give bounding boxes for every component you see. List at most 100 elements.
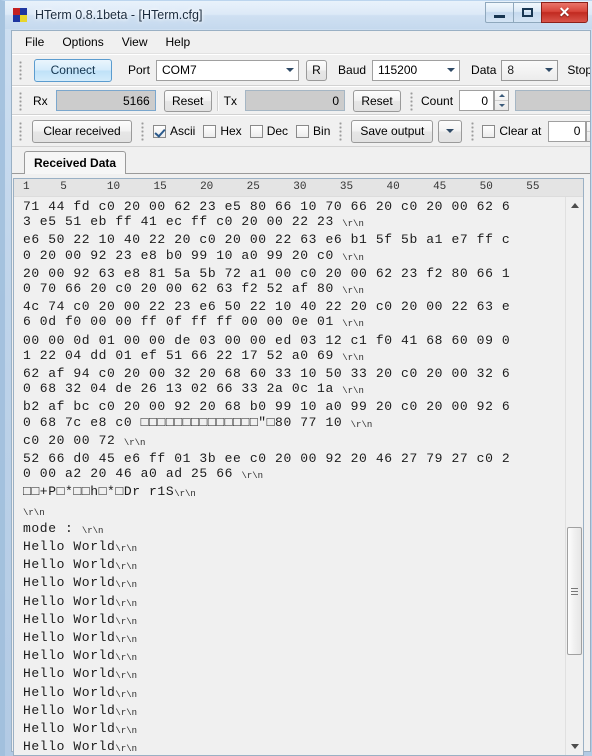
tx-reset-button[interactable]: Reset [353,89,402,112]
save-output-dropdown-button[interactable] [438,119,463,143]
menu-item-file[interactable]: File [16,32,53,52]
chevron-down-icon[interactable] [281,61,298,80]
stepper-down-icon[interactable] [587,130,590,141]
crlf-marker-icon: \r\n [115,689,138,700]
toolbar-grip-icon[interactable] [337,121,345,141]
data-line-text: e6 50 22 10 40 22 20 c0 20 00 22 63 e6 b… [23,232,511,248]
connect-button[interactable]: Connect [34,58,112,82]
scrollbar-thumb[interactable] [567,527,582,655]
data-line-text: 20 00 92 63 e8 81 5a 5b 72 a1 00 c0 20 0… [23,265,511,281]
rx-reset-button[interactable]: Reset [163,89,212,112]
toolbar-grip-icon[interactable] [17,121,24,141]
crlf-marker-icon: \r\n [115,635,138,646]
crlf-marker-icon: \r\n [342,286,364,297]
data-line: 0 68 32 04 de 26 13 02 66 33 2a 0c 1a \r… [23,381,566,399]
bin-checkbox[interactable]: Bin [296,124,330,138]
data-bits-select[interactable]: 8 [501,59,559,81]
toolbar-grip-icon[interactable] [408,90,416,111]
chevron-down-icon[interactable] [442,61,459,80]
data-line-text: Hello World [23,739,116,755]
ascii-checkbox[interactable]: Ascii [153,124,195,138]
data-line-text: 1 22 04 dd 01 ef 51 66 22 17 52 a0 69 [23,347,343,363]
dec-checkbox[interactable]: Dec [249,124,289,138]
crlf-marker-icon: \r\n [123,437,146,448]
hex-checkbox[interactable]: Hex [203,124,242,138]
data-line: c0 20 00 72 \r\n [23,433,566,451]
chevron-down-icon[interactable] [540,61,557,80]
checkbox-icon[interactable] [482,124,496,138]
received-data-text[interactable]: 71 44 fd c0 20 00 62 23 e5 80 66 10 70 6… [14,197,566,755]
dec-label: Dec [266,124,289,138]
title-bar: HTerm 0.8.1beta - [HTerm.cfg] ✕ [5,1,592,29]
data-line: 4c 74 c0 20 00 22 23 e6 50 22 10 40 22 2… [23,299,566,314]
window-controls: ✕ [485,2,588,23]
maximize-button[interactable] [513,2,542,23]
data-line: 0 00 a2 20 46 a0 ad 25 66 \r\n [23,466,566,484]
crlf-marker-icon: \r\n [23,507,45,518]
data-line-text: 4c 74 c0 20 00 22 23 e6 50 22 10 40 22 2… [23,299,511,315]
column-ruler: 1 5 10 15 20 25 30 35 40 45 50 55 [14,179,583,197]
count-label: Count [421,93,454,108]
count-field[interactable]: 0 [459,90,495,111]
port-label: Port [128,63,151,77]
crlf-marker-icon: \r\n [115,580,138,591]
toolbar-grip-icon[interactable] [469,121,477,141]
crlf-marker-icon: \r\n [81,525,104,536]
data-line: 6 0d f0 00 00 ff 0f ff ff 00 00 0e 01 \r… [23,314,566,332]
crlf-marker-icon: \r\n [115,707,138,718]
ruler-tick: 50 [479,181,493,193]
checkbox-icon[interactable] [296,124,310,138]
menu-item-options[interactable]: Options [53,32,112,52]
data-line: 0 20 00 92 23 e8 b0 99 10 a0 99 20 c0 \r… [23,248,566,266]
tab-received-data[interactable]: Received Data [24,151,127,174]
data-line-text: mode : [23,520,82,536]
minimize-button[interactable] [485,2,514,23]
grip-lines-icon [571,587,578,595]
menu-item-view[interactable]: View [113,32,157,52]
ruler-tick: 45 [433,181,447,193]
crlf-marker-icon: \r\n [241,471,264,482]
toolbar-grip-icon[interactable] [139,121,146,141]
clear-received-button[interactable]: Clear received [32,119,132,143]
toolbar-grip-icon[interactable] [17,60,24,80]
menu-item-help[interactable]: Help [157,32,200,52]
rescan-ports-button[interactable]: R [306,59,328,81]
data-line: Hello World\r\n [23,539,566,557]
stepper-up-icon[interactable] [495,91,508,100]
crlf-marker-icon: \r\n [174,489,196,500]
scroll-down-icon[interactable] [566,738,583,755]
data-line-text: Hello World [23,575,116,591]
clear-at-label: Clear at [499,124,542,138]
stepper-up-icon[interactable] [587,122,590,131]
clear-at-stepper[interactable] [586,120,590,142]
scroll-up-icon[interactable] [566,197,583,214]
close-button[interactable]: ✕ [541,2,588,23]
baud-value: 115200 [378,63,418,77]
vertical-scrollbar[interactable] [565,197,583,755]
ruler-tick: 35 [339,181,354,193]
data-line-text: Hello World [23,593,116,609]
checkbox-icon[interactable] [153,124,166,138]
baud-label: Baud [338,63,367,77]
checkbox-icon[interactable] [203,124,217,138]
save-output-button[interactable]: Save output [351,119,434,143]
clear-at-checkbox[interactable]: Clear at [482,124,541,138]
baud-select[interactable]: 115200 [372,59,461,81]
data-line: Hello World\r\n [23,685,566,703]
stepper-down-icon[interactable] [495,100,509,110]
data-line: 20 00 92 63 e8 81 5a 5b 72 a1 00 c0 20 0… [23,266,566,281]
options-toolbar: Clear received Ascii Hex Dec Bin Save ou… [12,115,590,147]
data-bits-label: Data [471,63,497,77]
data-line: Hello World\r\n [23,703,566,721]
crlf-marker-icon: \r\n [350,419,373,430]
clear-at-field[interactable]: 0 [548,120,587,142]
port-select[interactable]: COM7 [156,59,300,81]
data-line-text: □□+P□*□□h□*□Dr r1S [23,484,175,500]
data-line-text: Hello World [23,702,116,718]
toolbar-grip-icon[interactable] [17,90,24,111]
count-stepper[interactable] [494,90,510,111]
data-line-text: 3 e5 51 eb ff 41 ec ff c0 20 00 22 23 [23,214,343,230]
tx-label: Tx [223,93,238,108]
checkbox-icon[interactable] [249,124,263,138]
received-data-panel: 1 5 10 15 20 25 30 35 40 45 50 55 71 44 fd c0 20 00… [13,178,584,756]
